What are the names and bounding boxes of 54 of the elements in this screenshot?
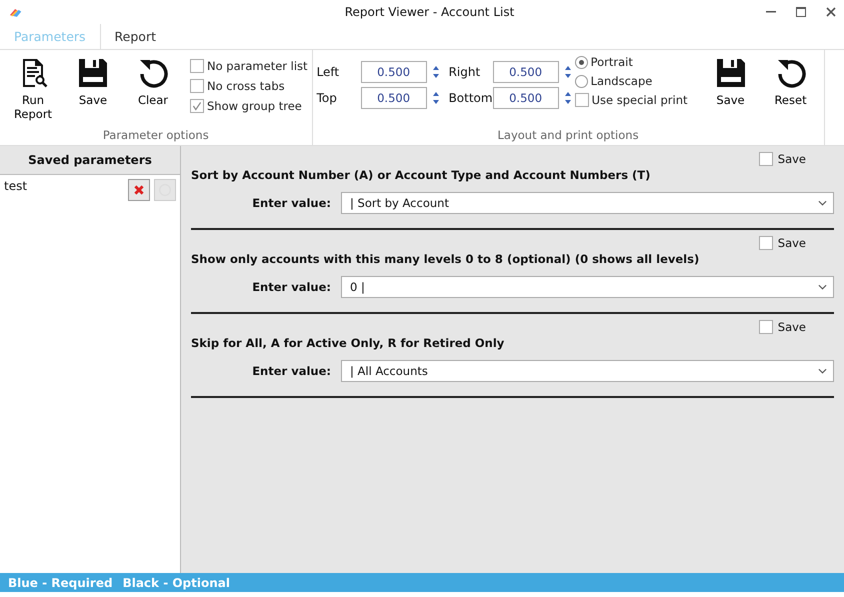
- status-text: Blue - Required: [8, 576, 113, 590]
- parameter-prompt: Show only accounts with this many levels 0 to 8 (optional) (0 shows all levels): [191, 252, 700, 266]
- dropdown[interactable]: | Sort by Account: [341, 192, 834, 214]
- list-item[interactable]: test: [4, 179, 124, 193]
- parameter-prompt: Sort by Account Number (A) or Account Type and Account Numbers (T): [191, 168, 652, 182]
- maximize-icon[interactable]: [796, 7, 806, 17]
- radio-label: Landscape: [590, 74, 652, 88]
- toolbar-button[interactable]: Save: [702, 55, 760, 109]
- app-logo-icon: [9, 6, 23, 18]
- checkbox-label: Show group tree: [207, 99, 302, 113]
- toolbar-button[interactable]: Reset: [762, 55, 820, 109]
- field-label: Enter value:: [251, 196, 332, 210]
- checkbox-label: Save: [778, 236, 806, 250]
- checkbox[interactable]: [190, 99, 204, 113]
- dropdown[interactable]: 0 |: [341, 276, 834, 298]
- toolbar-button[interactable]: Run Report: [4, 55, 62, 123]
- radio-label: Portrait: [590, 55, 633, 69]
- margin-label: Top: [316, 91, 338, 105]
- margin-label: Bottom: [448, 91, 489, 105]
- spin-field[interactable]: 0.500: [492, 87, 559, 109]
- checkbox-label: Save: [778, 320, 806, 334]
- chevron-down-icon: [818, 368, 827, 374]
- radio-button[interactable]: [574, 56, 588, 68]
- field-label: Enter value:: [251, 280, 332, 294]
- group-label: Layout and print options: [496, 128, 640, 144]
- chevron-down-icon: [818, 200, 827, 206]
- dropdown[interactable]: | All Accounts: [341, 360, 834, 382]
- parameter-prompt: Skip for All, A for Active Only, R for Retired Only: [191, 336, 506, 350]
- checkbox[interactable]: [190, 79, 204, 93]
- window-title: Report Viewer - Account List: [344, 5, 516, 19]
- checkbox[interactable]: [190, 59, 204, 73]
- spin-field[interactable]: 0.500: [360, 87, 427, 109]
- close-icon[interactable]: [826, 7, 836, 17]
- status-text: Black - Optional: [122, 576, 230, 590]
- checkbox[interactable]: [758, 152, 773, 166]
- chevron-down-icon: [818, 284, 827, 290]
- checkbox-label: Save: [778, 152, 806, 166]
- margin-label: Left: [316, 65, 340, 79]
- checkbox-label: No cross tabs: [207, 79, 285, 93]
- checkbox-label: Use special print: [592, 93, 688, 107]
- radio-button[interactable]: [574, 74, 588, 88]
- delete-button[interactable]: [128, 179, 150, 201]
- spin-field[interactable]: 0.500: [360, 61, 427, 83]
- x-icon: [133, 184, 145, 196]
- toolbar-button[interactable]: Clear: [124, 55, 182, 109]
- checkbox[interactable]: [758, 320, 773, 334]
- checkbox[interactable]: [574, 93, 589, 107]
- margin-label: Right: [448, 65, 482, 79]
- field-label: Enter value:: [251, 364, 332, 378]
- toolbar-button[interactable]: Save: [64, 55, 122, 109]
- spin-field[interactable]: 0.500: [492, 61, 559, 83]
- checkbox[interactable]: [758, 236, 773, 250]
- checkbox-label: No parameter list: [207, 59, 308, 73]
- group-label: Parameter options: [102, 128, 210, 144]
